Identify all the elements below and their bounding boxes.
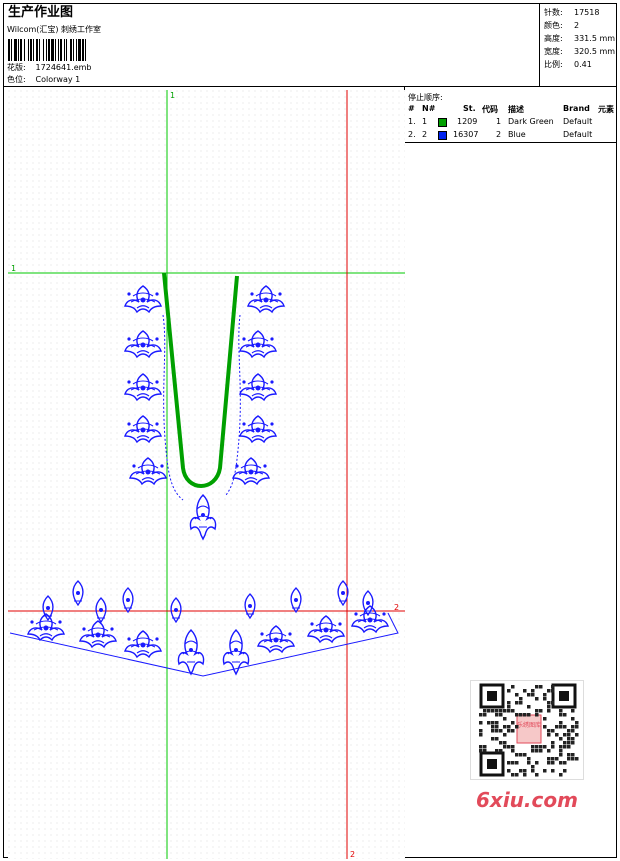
stop-row[interactable]: 2. 2 16307 2 Blue Default bbox=[408, 130, 618, 142]
stop-table-divider bbox=[404, 142, 616, 143]
barcode bbox=[8, 39, 144, 61]
stop-row[interactable]: 1. 1 1209 1 Dark Green Default bbox=[408, 117, 618, 129]
color-swatch bbox=[438, 131, 447, 140]
software-label: Wilcom(汇宝) 刺绣工作室 bbox=[7, 25, 102, 34]
stat-scale: 比例: 0.41 bbox=[544, 60, 592, 69]
design-canvas[interactable]: 1 1 2 2 bbox=[8, 90, 405, 859]
guide-label-red-right: 2 bbox=[394, 603, 399, 612]
page-title: 生产作业图 bbox=[8, 5, 74, 20]
header-divider bbox=[4, 86, 616, 87]
design-file-value: 1724641.emb bbox=[35, 63, 92, 72]
stat-stitches: 针数: 17518 bbox=[544, 8, 600, 17]
guide-label-green-left: 1 bbox=[11, 264, 16, 273]
qr-stamp-text: 乐绣图库 bbox=[517, 721, 541, 729]
stat-colors: 颜色: 2 bbox=[544, 21, 580, 30]
guide-label-green-top: 1 bbox=[170, 91, 175, 100]
design-file-row: 花版: 1724641.emb bbox=[7, 62, 92, 73]
qr-code: 乐绣图库 bbox=[470, 680, 584, 780]
stat-height: 高度: 331.5 mm bbox=[544, 34, 616, 43]
color-swatch bbox=[438, 118, 447, 127]
colorway-value: Colorway 1 bbox=[35, 75, 81, 84]
stats-divider bbox=[539, 4, 540, 86]
design-stats: 针数: 17518 颜色: 2 高度: 331.5 mm 宽度: 320.5 mm 比例… bbox=[544, 6, 615, 71]
colorway-label: 色位: bbox=[7, 75, 26, 84]
colorway-row: 色位: Colorway 1 bbox=[7, 74, 80, 85]
watermark-logo: 6xiu.com bbox=[476, 788, 578, 812]
stop-table-header: # N# St. 代码 描述 Brand 元素 bbox=[408, 104, 614, 114]
design-file-label: 花版: bbox=[7, 63, 26, 72]
guide-label-red-bottom: 2 bbox=[350, 850, 355, 859]
stat-width: 宽度: 320.5 mm bbox=[544, 47, 616, 56]
embroidery-preview: 1 1 2 2 bbox=[8, 90, 405, 859]
stop-sequence-title: 停止顺序: bbox=[408, 93, 443, 102]
